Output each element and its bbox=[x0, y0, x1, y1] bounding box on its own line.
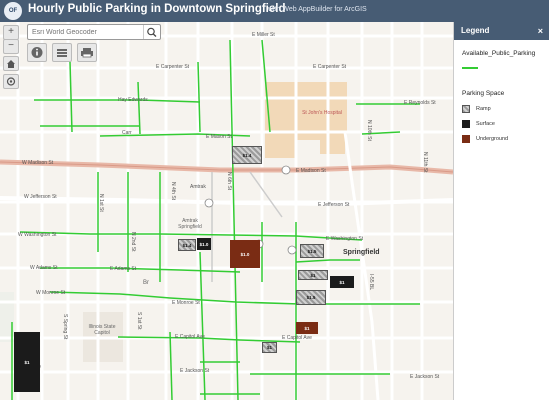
parking-lot-ramp[interactable]: $1.4 bbox=[232, 146, 262, 164]
parking-lot-surface[interactable]: $1 bbox=[14, 332, 40, 392]
layers-icon bbox=[57, 49, 67, 57]
print-button[interactable] bbox=[77, 43, 97, 62]
parking-lot-underground[interactable]: $1 bbox=[296, 322, 318, 334]
app-header: OF Hourly Public Parking in Downtown Spr… bbox=[0, 0, 549, 22]
road-label-carpenter: E Carpenter St bbox=[156, 64, 190, 70]
city-seal-logo: OF bbox=[4, 2, 22, 20]
legend-header: Legend × bbox=[454, 22, 549, 40]
print-icon bbox=[81, 48, 93, 58]
home-button[interactable] bbox=[3, 56, 19, 71]
legend-swatch-ramp bbox=[462, 105, 470, 113]
parking-lot-surface[interactable]: $1.0 bbox=[197, 238, 211, 250]
place-label-br: Br bbox=[143, 280, 149, 286]
legend-item-ramp: Ramp bbox=[476, 106, 491, 112]
road-label-w-washington: W Washington St bbox=[18, 232, 57, 238]
legend-swatch-underground bbox=[462, 135, 470, 143]
search-button[interactable] bbox=[143, 25, 160, 39]
road-label-n-10th: N 10th St bbox=[366, 120, 372, 141]
road-label-miller: E Miller St bbox=[252, 32, 275, 38]
search-icon bbox=[147, 27, 157, 37]
legend-item-underground: Underground bbox=[476, 136, 509, 142]
legend-item-surface: Surface bbox=[476, 121, 495, 127]
road-label-capitol: E Capitol Ave bbox=[175, 334, 205, 340]
road-label-s-spring: S Spring St bbox=[62, 314, 68, 340]
road-label-n-11th: N 11th St bbox=[422, 152, 428, 173]
app-title: Hourly Public Parking in Downtown Spring… bbox=[28, 3, 286, 15]
road-label-adams: E Adams St bbox=[110, 266, 137, 272]
legend-layer-available-parking: Available_Public_Parking bbox=[462, 50, 536, 57]
road-label-w-madison: W Madison St bbox=[22, 160, 54, 166]
legend-title: Legend bbox=[461, 26, 490, 35]
road-label-w-adams: W Adams St bbox=[30, 265, 58, 271]
legend-layer-parking-space: Parking Space bbox=[462, 90, 505, 97]
parking-lot-underground[interactable]: $1.0 bbox=[230, 240, 260, 268]
road-label-jefferson: E Jefferson St bbox=[318, 202, 350, 208]
road-label-n-4th: N 4th St bbox=[170, 182, 176, 201]
parking-lot-ramp[interactable]: $1.5 bbox=[300, 244, 324, 258]
road-label-n-6th: N 6th St bbox=[226, 172, 232, 191]
road-label-s-1st: S 1st St bbox=[136, 312, 142, 330]
road-label-i55: I-55 BL bbox=[368, 274, 374, 291]
road-label-carpenter-e: E Carpenter St bbox=[313, 64, 347, 70]
road-label-jackson: E Jackson St bbox=[180, 368, 210, 374]
legend-line-symbol bbox=[462, 67, 478, 69]
layer-list-button[interactable] bbox=[52, 43, 72, 62]
road-label-carr: Carr bbox=[122, 130, 132, 136]
hospital-label: St John's Hospital bbox=[302, 110, 342, 116]
zoom-in-button[interactable]: + bbox=[3, 25, 19, 40]
legend-panel: Legend × Available_Public_Parking Parkin… bbox=[453, 22, 549, 400]
road-label-monroe: E Monroe St bbox=[172, 300, 200, 306]
info-button[interactable] bbox=[27, 43, 47, 62]
road-label-capitol-e: E Capitol Ave bbox=[282, 335, 312, 341]
road-label-jackson-e: E Jackson St bbox=[410, 374, 440, 380]
road-label-w-jefferson: W Jefferson St bbox=[24, 194, 57, 200]
city-label: Springfield bbox=[343, 249, 380, 256]
geocoder-search[interactable] bbox=[27, 24, 161, 40]
parking-lot-ramp[interactable]: $1.5 bbox=[296, 290, 326, 305]
amtrak-station-label: Amtrak Springfield bbox=[178, 218, 202, 230]
parking-lot-ramp[interactable]: $1 bbox=[298, 270, 328, 280]
legend-swatch-surface bbox=[462, 120, 470, 128]
locate-button[interactable] bbox=[3, 74, 19, 89]
zoom-out-button[interactable]: − bbox=[3, 39, 19, 54]
locate-icon bbox=[6, 77, 16, 86]
parking-lot-ramp[interactable]: $1 bbox=[262, 342, 277, 353]
road-label-mason: E Mason St bbox=[206, 134, 232, 140]
app-subtitle: with Web AppBuilder for ArcGIS bbox=[268, 6, 367, 13]
map-view[interactable]: E Miller St E Carpenter St E Carpenter S… bbox=[0, 22, 453, 400]
state-building-label: Illinois State Capitol bbox=[88, 324, 116, 336]
road-label-madison: E Madison St bbox=[296, 168, 326, 174]
road-label-w-monroe: W Monroe St bbox=[36, 290, 66, 296]
close-icon[interactable]: × bbox=[538, 22, 543, 40]
search-input[interactable] bbox=[28, 25, 146, 39]
road-label-n-1st: N 1st St bbox=[98, 194, 104, 212]
parking-lot-ramp[interactable]: $1.4 bbox=[178, 239, 196, 251]
parking-lot-surface[interactable]: $1 bbox=[330, 276, 354, 288]
info-icon bbox=[31, 47, 43, 58]
hospital-area-2 bbox=[265, 138, 295, 158]
road-label-hay: Hay Edwards bbox=[118, 97, 148, 103]
home-icon bbox=[7, 60, 15, 68]
road-label-n-2nd: N 2nd St bbox=[130, 232, 136, 252]
map-canvas bbox=[0, 22, 453, 400]
road-label-reynolds: E Reynolds St bbox=[404, 100, 436, 106]
road-label-washington: E Washington St bbox=[326, 236, 364, 242]
road-label-amtrak: Amtrak bbox=[190, 184, 206, 190]
